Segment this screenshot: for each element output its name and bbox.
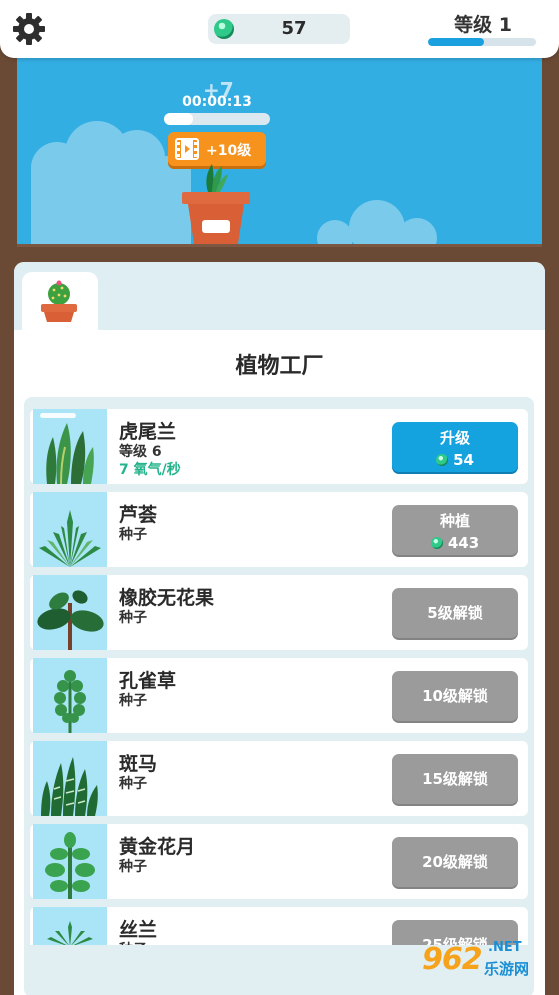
plant-thumbnail — [33, 492, 107, 567]
oxygen-orb-icon — [214, 19, 234, 39]
jade-plant-icon — [45, 832, 95, 899]
unlock-button[interactable]: 5级解锁 — [392, 588, 518, 638]
peacock-plant-icon — [54, 670, 86, 733]
oxygen-counter: 57 — [208, 14, 350, 44]
unlock-button[interactable]: 10级解锁 — [392, 671, 518, 721]
boost-label: +10级 — [206, 143, 252, 159]
player-level-label: 等级 1 — [454, 14, 512, 36]
plant-row-zebra-plant: 斑马 种子 15级解锁 — [30, 741, 528, 816]
plant-row-peacock-plant: 孔雀草 种子 10级解锁 — [30, 658, 528, 733]
oxygen-count: 57 — [281, 18, 307, 39]
site-watermark: 962 .NET 乐游网 — [420, 938, 552, 990]
watermark-text: 乐游网 — [484, 960, 530, 978]
plant-thumbnail — [33, 824, 107, 899]
unlock-button[interactable]: 15级解锁 — [392, 754, 518, 804]
tab-plant-factory[interactable] — [22, 272, 98, 336]
clouds-background — [31, 121, 437, 244]
button-label: 种植 — [439, 512, 470, 530]
plant-thumbnail — [33, 658, 107, 733]
panel-title: 植物工厂 — [235, 354, 324, 379]
watermark-number: 962 — [422, 942, 483, 977]
plant-list[interactable]: 虎尾兰 等级 6 7 氧气/秒 升级 54 芦荟 种子 种植 443 橡胶无花果… — [30, 409, 528, 945]
timer-progress-fill — [164, 113, 193, 125]
plant-button[interactable]: 种植 443 — [392, 505, 518, 555]
aloe-icon — [39, 510, 101, 567]
plant-growth-progress — [40, 413, 76, 418]
level-progress-fill — [428, 38, 485, 46]
plant-thumbnail — [33, 575, 107, 650]
plant-name: 芦荟 — [119, 504, 158, 526]
plant-thumbnail — [33, 741, 107, 816]
window-shelf — [17, 244, 542, 262]
plant-name: 橡胶无花果 — [119, 587, 215, 609]
window-scene — [17, 58, 542, 244]
oxygen-orb-icon — [436, 454, 449, 466]
gear-icon[interactable] — [12, 12, 46, 46]
plant-row-rubber-fig: 橡胶无花果 种子 5级解锁 — [30, 575, 528, 650]
plant-status: 种子 — [119, 693, 147, 709]
plant-status: 等级 6 — [119, 444, 162, 460]
plant-row-aloe: 芦荟 种子 种植 443 — [30, 492, 528, 567]
plant-name: 丝兰 — [119, 919, 158, 941]
plant-name: 斑马 — [119, 753, 158, 775]
potted-plant-display[interactable] — [178, 162, 254, 246]
plant-status: 种子 — [119, 776, 147, 792]
plant-name: 虎尾兰 — [119, 421, 177, 443]
plant-factory-panel: 植物工厂 虎尾兰 等级 6 7 氧气/秒 升级 54 芦荟 种子 种植 443 … — [14, 262, 545, 995]
plant-status: 种子 — [119, 859, 147, 875]
zebra-plant-icon — [41, 757, 98, 816]
button-cost: 54 — [453, 451, 474, 469]
button-label: 5级解锁 — [427, 604, 483, 622]
plant-status: 种子 — [119, 527, 147, 543]
cactus-pot-icon — [41, 280, 77, 322]
plant-status: 种子 — [119, 939, 147, 945]
plant-name: 孔雀草 — [119, 670, 177, 692]
plant-thumbnail — [33, 907, 107, 945]
plant-thumbnail — [33, 409, 107, 484]
oxygen-rate: 7 氧气/秒 — [119, 462, 181, 478]
film-icon — [175, 138, 199, 160]
plant-row-snake-plant: 虎尾兰 等级 6 7 氧气/秒 升级 54 — [30, 409, 528, 484]
button-cost: 443 — [447, 534, 480, 552]
snake-plant-icon — [46, 423, 94, 484]
top-bar: 57 等级 1 — [0, 0, 559, 58]
plant-row-jade-plant: 黄金花月 种子 20级解锁 — [30, 824, 528, 899]
timer-progress-bar — [164, 113, 270, 125]
watermark-suffix: .NET — [488, 940, 522, 955]
unlock-button[interactable]: 20级解锁 — [392, 837, 518, 887]
rubber-fig-icon — [37, 590, 104, 650]
watch-video-boost-button[interactable]: +10级 — [168, 132, 266, 166]
plant-name: 黄金花月 — [119, 836, 196, 858]
button-label: 升级 — [439, 429, 470, 447]
yucca-icon — [47, 921, 93, 945]
oxygen-orb-icon — [430, 537, 443, 549]
boost-timer: 00:00:13 — [182, 94, 252, 110]
button-label: 15级解锁 — [422, 770, 488, 788]
level-progress-bar — [428, 38, 536, 46]
panel-tab-strip — [14, 262, 545, 336]
button-label: 20级解锁 — [422, 853, 488, 871]
button-label: 10级解锁 — [422, 687, 488, 705]
plant-status: 种子 — [119, 610, 147, 626]
upgrade-button[interactable]: 升级 54 — [392, 422, 518, 472]
